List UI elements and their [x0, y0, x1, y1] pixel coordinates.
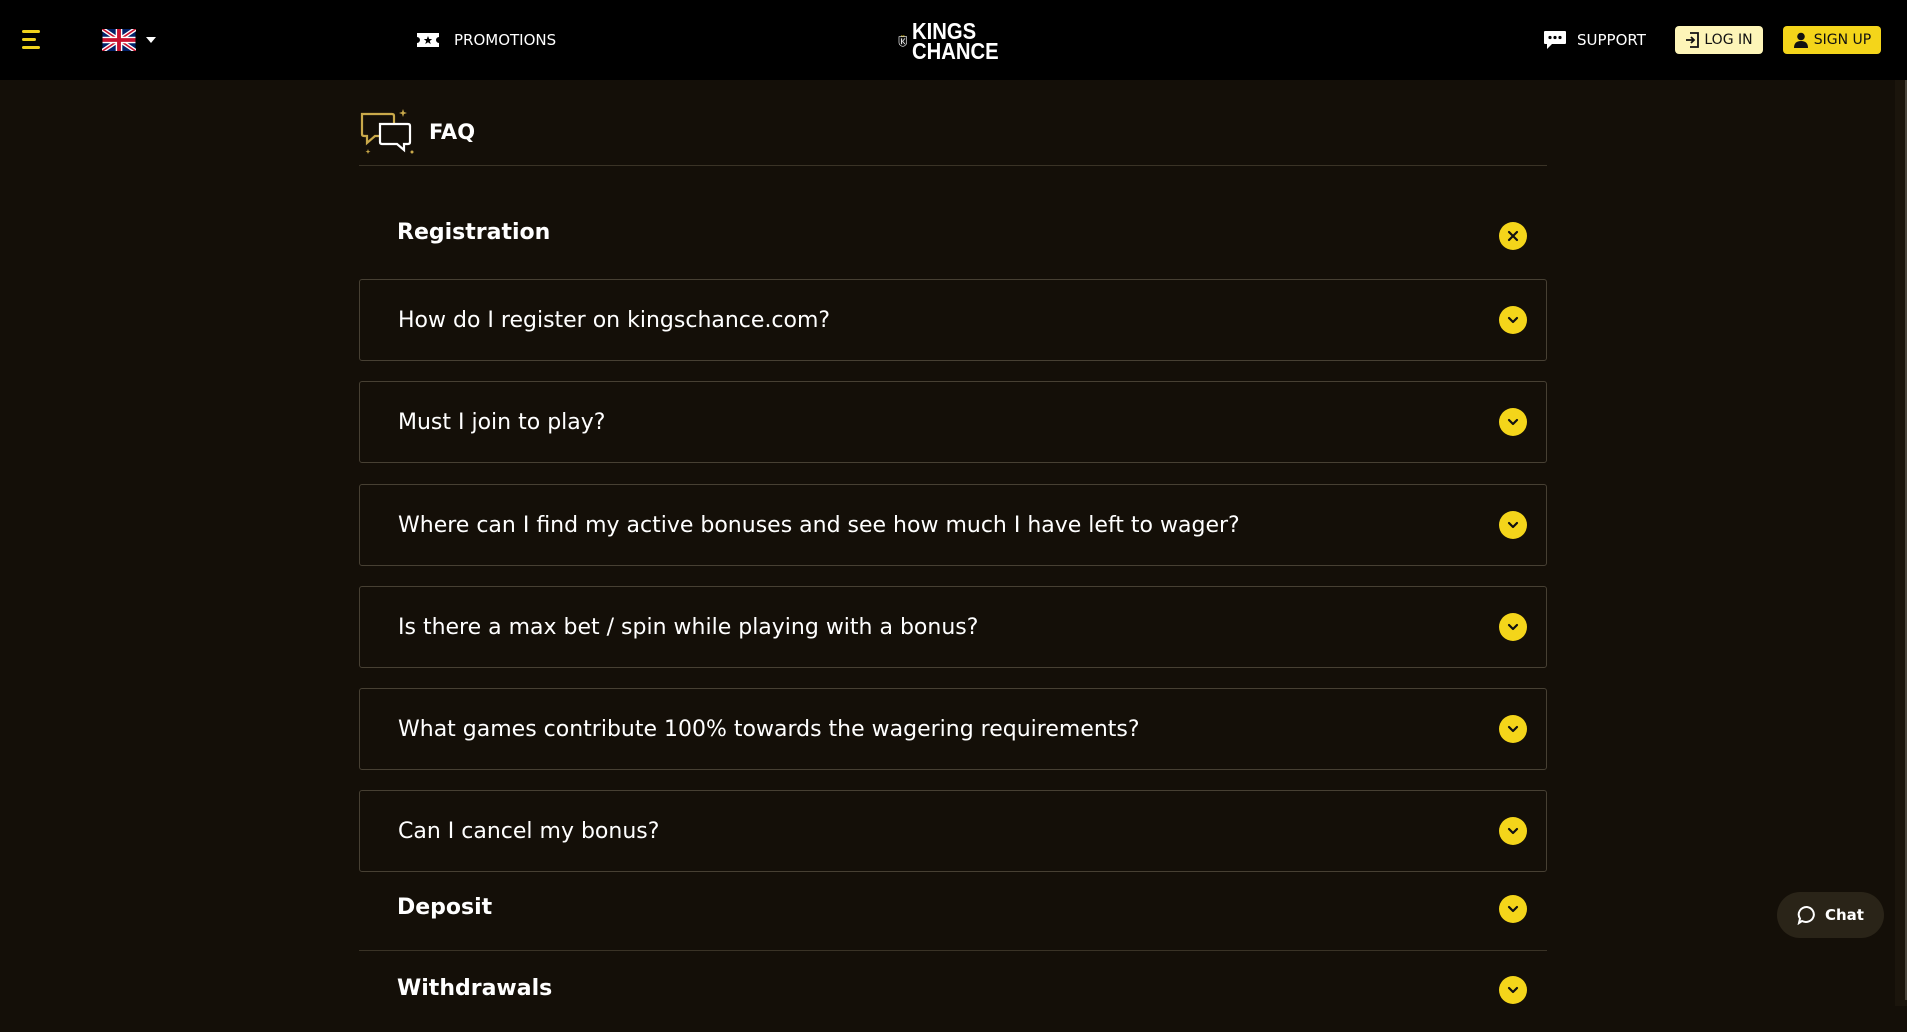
- logo-text: KINGS CHANCE: [911, 20, 999, 64]
- promotions-label: PROMOTIONS: [454, 31, 557, 49]
- uk-flag-icon: [102, 29, 136, 51]
- category-deposit[interactable]: Deposit: [359, 871, 1547, 951]
- faq-question[interactable]: Must I join to play?: [359, 381, 1547, 463]
- category-label: Registration: [397, 220, 551, 245]
- category-withdrawals[interactable]: Withdrawals: [359, 952, 1547, 1032]
- faq-title: FAQ: [429, 120, 476, 144]
- faq-question[interactable]: What games contribute 100% towards the w…: [359, 688, 1547, 770]
- chat-label: Chat: [1825, 906, 1864, 924]
- question-label: Where can I find my active bonuses and s…: [398, 513, 1240, 538]
- hamburger-menu-icon[interactable]: [22, 30, 44, 50]
- chevron-down-icon[interactable]: [1499, 817, 1527, 845]
- log-in-label: LOG IN: [1704, 32, 1753, 48]
- category-label: Withdrawals: [397, 976, 553, 1001]
- faq-header: FAQ: [359, 108, 1547, 166]
- logo-line-2: CHANCE: [911, 38, 999, 64]
- faq-chat-bubbles-icon: [360, 109, 414, 154]
- top-header: PROMOTIONS KINGS CHANCE SUPPORT LOG IN S…: [0, 0, 1907, 80]
- crown-shield-logo-icon: [898, 35, 907, 47]
- chevron-down-icon[interactable]: [1499, 895, 1527, 923]
- log-in-button[interactable]: LOG IN: [1675, 26, 1763, 54]
- question-label: Must I join to play?: [398, 410, 606, 435]
- chevron-down-icon[interactable]: [1499, 613, 1527, 641]
- chevron-down-icon[interactable]: [1499, 715, 1527, 743]
- question-label: What games contribute 100% towards the w…: [398, 717, 1140, 742]
- faq-question[interactable]: Can I cancel my bonus?: [359, 790, 1547, 872]
- promotions-link[interactable]: PROMOTIONS: [416, 28, 556, 52]
- ticket-icon: [417, 33, 439, 47]
- sign-up-label: SIGN UP: [1813, 32, 1872, 48]
- chevron-down-icon[interactable]: [1499, 511, 1527, 539]
- faq-question[interactable]: How do I register on kingschance.com?: [359, 279, 1547, 361]
- faq-question[interactable]: Is there a max bet / spin while playing …: [359, 586, 1547, 668]
- kingschance-logo[interactable]: KINGS CHANCE: [898, 16, 1010, 66]
- chevron-down-icon[interactable]: [1499, 976, 1527, 1004]
- chat-bubble-icon: [1797, 905, 1815, 925]
- language-selector[interactable]: [102, 28, 156, 52]
- category-label: Deposit: [397, 895, 493, 920]
- sign-up-button[interactable]: SIGN UP: [1783, 26, 1881, 54]
- chat-bubble-icon: [1544, 31, 1566, 49]
- support-link[interactable]: SUPPORT: [1543, 28, 1646, 52]
- close-icon[interactable]: [1499, 222, 1527, 250]
- category-registration[interactable]: Registration: [359, 196, 1547, 276]
- question-label: How do I register on kingschance.com?: [398, 308, 831, 333]
- chevron-down-icon[interactable]: [1499, 306, 1527, 334]
- question-label: Can I cancel my bonus?: [398, 819, 660, 844]
- support-label: SUPPORT: [1577, 31, 1646, 49]
- chevron-down-icon: [146, 37, 156, 43]
- question-label: Is there a max bet / spin while playing …: [398, 615, 979, 640]
- chevron-down-icon[interactable]: [1499, 408, 1527, 436]
- user-icon: [1793, 32, 1808, 48]
- faq-question[interactable]: Where can I find my active bonuses and s…: [359, 484, 1547, 566]
- login-door-icon: [1686, 32, 1700, 48]
- chat-widget-button[interactable]: Chat: [1777, 892, 1884, 938]
